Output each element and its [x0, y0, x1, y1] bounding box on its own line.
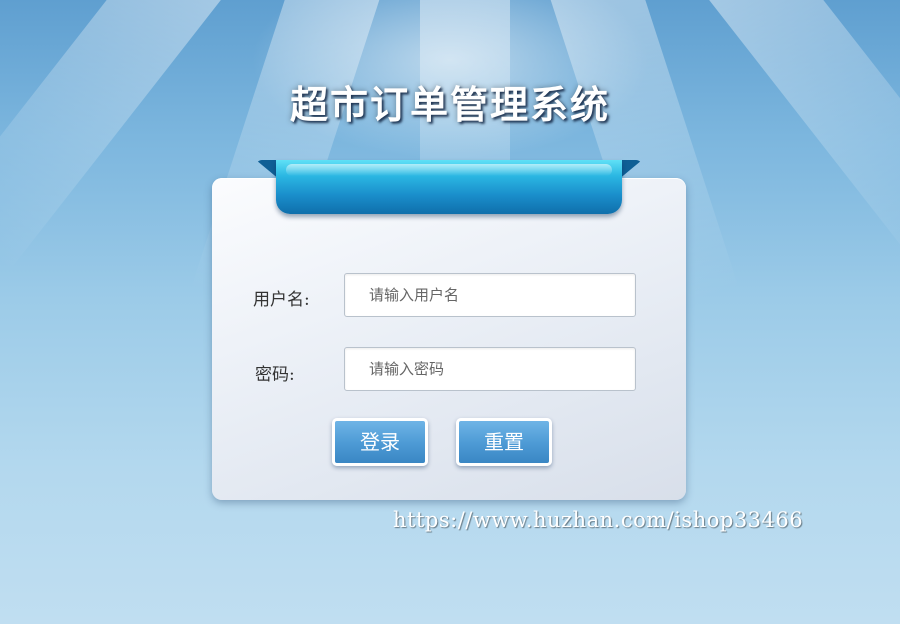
ribbon-shine: [286, 164, 612, 176]
login-panel: [212, 178, 686, 500]
page-title: 超市订单管理系统: [289, 82, 610, 127]
reset-button[interactable]: 重置: [456, 418, 552, 466]
light-ray: [0, 0, 231, 272]
watermark-text: https://www.huzhan.com/ishop33466: [393, 508, 804, 532]
username-label: 用户名:: [253, 290, 310, 310]
login-button[interactable]: 登录: [332, 418, 428, 466]
username-input[interactable]: [344, 273, 636, 317]
light-ray: [699, 0, 900, 272]
password-input[interactable]: [344, 347, 636, 391]
password-label: 密码:: [255, 365, 295, 385]
